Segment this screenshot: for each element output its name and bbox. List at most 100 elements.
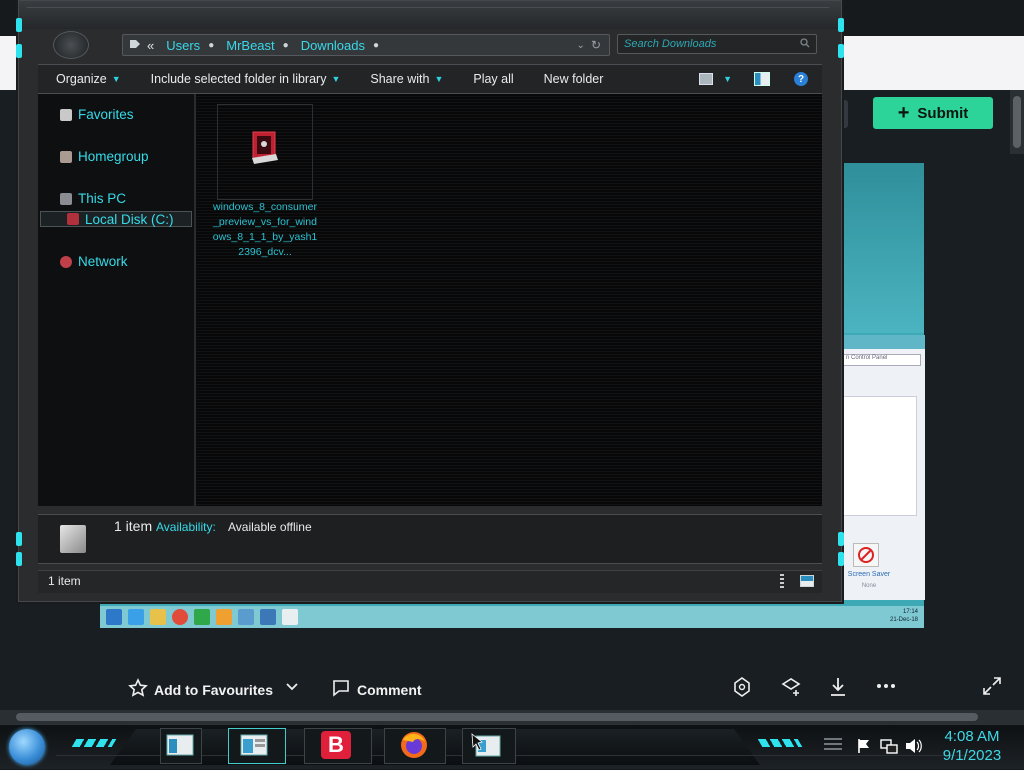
ie-icon xyxy=(128,609,144,625)
chevron-down-icon xyxy=(284,678,300,697)
taskbar-app-window-manager[interactable] xyxy=(470,730,502,760)
network-tray-icon[interactable] xyxy=(880,738,898,754)
share-with-button[interactable]: Share with ▼ xyxy=(352,72,455,86)
frame-accent xyxy=(16,552,22,566)
taskbar-app-brave[interactable]: B xyxy=(320,730,352,760)
screenshot-taskbar: 17:14 21-Dec-18 xyxy=(100,606,924,628)
download-icon[interactable] xyxy=(828,676,848,704)
action-center-flag-icon[interactable] xyxy=(856,738,872,754)
add-to-favourites-button[interactable]: Add to Favourites xyxy=(128,678,273,701)
scrollbar-thumb[interactable] xyxy=(1013,96,1021,148)
badge-icon[interactable] xyxy=(732,676,752,704)
brave-icon: B xyxy=(321,731,351,759)
nav-label: Favorites xyxy=(78,107,134,122)
include-in-library-button[interactable]: Include selected folder in library ▼ xyxy=(133,72,353,86)
screenshot-clock: 17:14 21-Dec-18 xyxy=(890,608,918,624)
help-icon[interactable]: ? xyxy=(794,72,808,86)
nav-label: Homegroup xyxy=(78,149,149,164)
organize-button[interactable]: Organize ▼ xyxy=(38,72,133,86)
more-options-icon[interactable] xyxy=(876,676,896,702)
dropdown-arrow-icon: ▼ xyxy=(111,74,121,84)
frame-accent xyxy=(838,44,844,58)
page-scrollbar-vertical[interactable] xyxy=(1010,90,1024,154)
view-options-arrow-icon[interactable]: ▼ xyxy=(723,74,732,84)
play-all-button[interactable]: Play all xyxy=(455,72,525,86)
screen-saver-label: Screen Saver xyxy=(847,571,891,578)
nav-item-homegroup[interactable]: Homegroup xyxy=(60,149,149,164)
plus-icon: + xyxy=(897,102,910,124)
taskbar-app-firefox[interactable] xyxy=(398,730,430,760)
include-in-library-label: Include selected folder in library xyxy=(150,72,327,86)
new-folder-button[interactable]: New folder xyxy=(526,72,616,86)
clock-date: 9/1/2023 xyxy=(942,747,1002,764)
organize-label: Organize xyxy=(56,72,107,86)
nav-item-local-disk[interactable]: Local Disk (C:) xyxy=(40,211,192,227)
screen-saver-icon xyxy=(853,543,879,567)
start-button[interactable] xyxy=(9,729,45,765)
breadcrumb-mrbeast[interactable]: MrBeast xyxy=(226,38,274,53)
play-all-label: Play all xyxy=(473,72,514,86)
preview-pane-icon[interactable] xyxy=(754,72,770,86)
taskbar-clock[interactable]: 4:08 AM 9/1/2023 xyxy=(930,727,1014,765)
breadcrumb-separator-icon[interactable]: ● xyxy=(283,40,289,51)
breadcrumb-overflow[interactable]: « xyxy=(147,38,154,53)
details-view-icon[interactable] xyxy=(780,574,784,588)
scrollbar-thumb[interactable] xyxy=(16,713,978,721)
add-collection-icon[interactable] xyxy=(780,676,802,704)
nav-label: Network xyxy=(78,254,128,269)
window-app-icon xyxy=(282,609,298,625)
breadcrumb-separator-icon[interactable]: ● xyxy=(373,40,379,51)
volume-icon[interactable] xyxy=(904,738,922,754)
large-icons-view-icon[interactable] xyxy=(800,575,814,587)
search-input[interactable]: Search Downloads xyxy=(617,34,817,54)
control-panel-search: n Control Panel xyxy=(843,354,921,366)
back-forward-orb[interactable] xyxy=(53,31,89,59)
excel-icon xyxy=(194,609,210,625)
breadcrumb-separator-icon[interactable]: ● xyxy=(208,40,214,51)
breadcrumb-downloads[interactable]: Downloads xyxy=(301,38,365,53)
search-placeholder: Search Downloads xyxy=(624,38,717,50)
address-history-chevron-icon[interactable]: ⌄ xyxy=(577,40,585,51)
frame-accent xyxy=(16,532,22,546)
control-panel-content xyxy=(839,396,917,516)
favourites-dropdown-button[interactable] xyxy=(284,678,300,697)
share-with-label: Share with xyxy=(370,72,430,86)
screenshot-date: 21-Dec-18 xyxy=(889,617,918,623)
change-view-icon[interactable] xyxy=(699,73,714,85)
taskbar-app-explorer-window[interactable] xyxy=(164,730,196,760)
submit-button[interactable]: + Submit xyxy=(873,97,993,129)
drive-icon xyxy=(67,213,79,225)
search-icon[interactable] xyxy=(800,38,810,51)
file-name-label[interactable]: windows_8_consumer_preview_vs_for_window… xyxy=(212,200,318,260)
dropdown-arrow-icon: ▼ xyxy=(331,74,341,84)
file-thumbnail-icon[interactable] xyxy=(250,130,278,166)
new-folder-label: New folder xyxy=(543,72,604,86)
explorer-titlebar[interactable] xyxy=(19,1,841,29)
taskbar-app-file-explorer[interactable] xyxy=(238,730,270,760)
breadcrumb-users[interactable]: Users xyxy=(166,38,200,53)
windows-logo-icon xyxy=(106,609,122,625)
screen-saver-value: None xyxy=(861,583,877,589)
command-toolbar: Organize ▼ Include selected folder in lib… xyxy=(38,64,822,94)
star-icon xyxy=(128,678,148,701)
clock-time: 4:08 AM xyxy=(944,728,1000,745)
network-icon xyxy=(60,255,72,268)
virtualbox-icon xyxy=(260,609,276,625)
title-frame-line xyxy=(27,7,829,14)
page-scrollbar-horizontal[interactable] xyxy=(0,710,1024,724)
availability-label: Availability: xyxy=(156,520,216,534)
details-item-count: 1 item xyxy=(114,518,153,534)
comment-button[interactable]: Comment xyxy=(331,678,422,701)
comment-label: Comment xyxy=(357,681,422,698)
nav-item-network[interactable]: Network xyxy=(60,254,128,269)
comment-icon xyxy=(331,678,351,701)
refresh-icon[interactable]: ↻ xyxy=(591,38,601,52)
address-bar[interactable]: « Users ● MrBeast ● Downloads ● ⌄ ↻ xyxy=(122,34,610,56)
show-hidden-icons[interactable] xyxy=(822,736,844,752)
nav-item-favorites[interactable]: Favorites xyxy=(60,107,134,122)
fullscreen-icon[interactable] xyxy=(982,676,1002,702)
frame-accent xyxy=(16,44,22,58)
status-bar: 1 item xyxy=(38,570,822,593)
folder-nav-icon xyxy=(129,38,141,53)
nav-item-this-pc[interactable]: This PC xyxy=(60,191,126,206)
